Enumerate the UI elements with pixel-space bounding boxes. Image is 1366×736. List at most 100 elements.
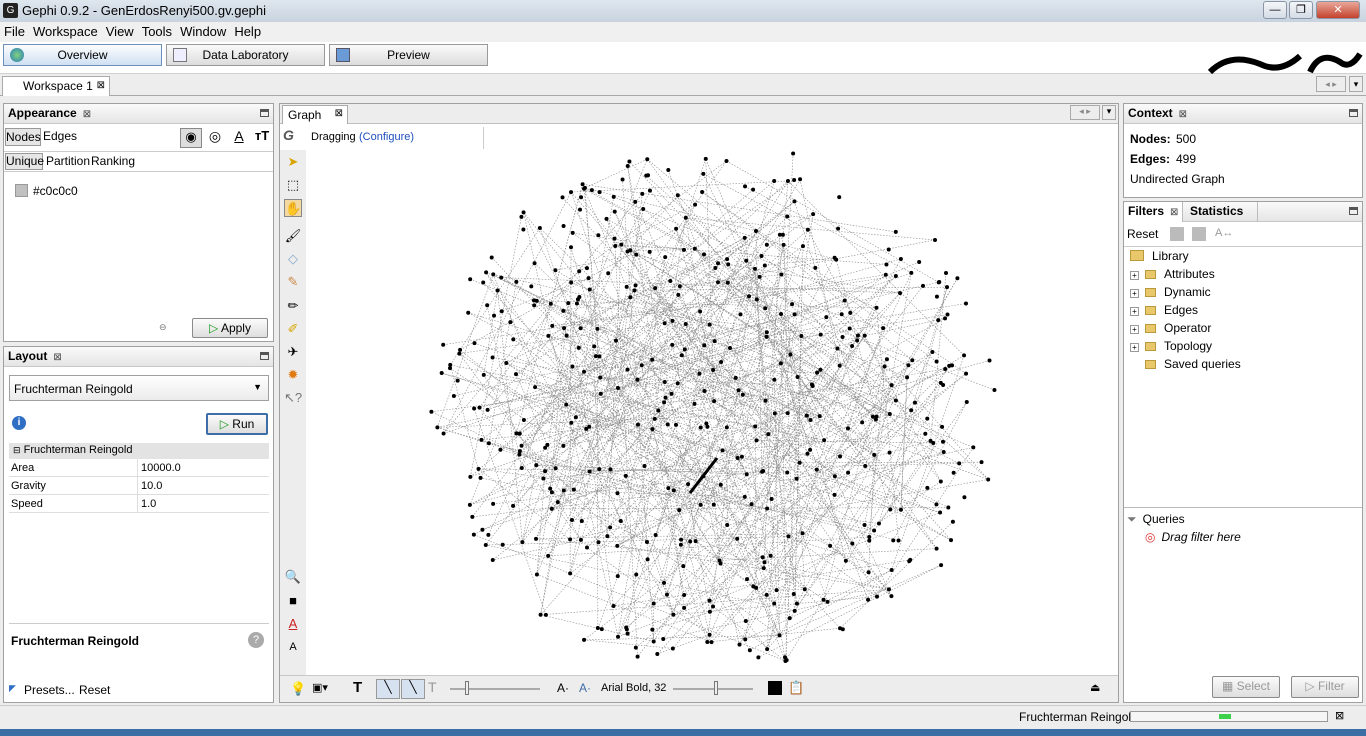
graph-node[interactable]: [757, 274, 762, 279]
graph-node[interactable]: [561, 224, 566, 229]
graph-node[interactable]: [832, 255, 837, 260]
graph-node[interactable]: [698, 425, 703, 430]
filter-tool-icon[interactable]: [1170, 227, 1184, 241]
graph-node[interactable]: [737, 642, 742, 647]
graph-node[interactable]: [662, 400, 667, 405]
graph-node[interactable]: [698, 502, 703, 507]
graph-node[interactable]: [604, 216, 609, 221]
graph-node[interactable]: [912, 400, 917, 405]
tab-nodes[interactable]: Nodes: [5, 128, 41, 146]
graph-node[interactable]: [651, 601, 656, 606]
graph-node[interactable]: [634, 252, 639, 257]
graph-node[interactable]: [705, 640, 710, 645]
graph-node[interactable]: [570, 364, 575, 369]
graph-node[interactable]: [855, 338, 860, 343]
graph-node[interactable]: [678, 542, 683, 547]
graph-node[interactable]: [832, 492, 837, 497]
graph-node[interactable]: [548, 301, 553, 306]
library-item-topology[interactable]: + Topology: [1130, 339, 1212, 353]
graph-node[interactable]: [634, 572, 639, 577]
graph-node[interactable]: [821, 597, 826, 602]
graph-node[interactable]: [549, 506, 554, 511]
graph-node[interactable]: [615, 574, 620, 579]
tab-edges[interactable]: Edges: [43, 128, 77, 146]
graph-node[interactable]: [669, 391, 674, 396]
graph-node[interactable]: [479, 437, 484, 442]
graph-node[interactable]: [483, 543, 488, 548]
graph-node[interactable]: [850, 541, 855, 546]
edge-show-icon[interactable]: ╲: [376, 679, 400, 699]
slider-thumb[interactable]: [465, 681, 469, 695]
graph-node[interactable]: [633, 645, 638, 650]
data-laboratory-button[interactable]: Data Laboratory: [166, 44, 325, 66]
graph-node[interactable]: [896, 538, 901, 543]
menu-view[interactable]: View: [102, 22, 138, 41]
graph-node[interactable]: [802, 587, 807, 592]
graph-node[interactable]: [519, 214, 524, 219]
graph-node[interactable]: [739, 454, 744, 459]
close-icon[interactable]: ⊠: [97, 77, 105, 95]
graph-node[interactable]: [613, 338, 618, 343]
graph-node[interactable]: [938, 479, 943, 484]
graph-node[interactable]: [765, 506, 770, 511]
graph-node[interactable]: [754, 228, 759, 233]
menu-window[interactable]: Window: [176, 22, 230, 41]
graph-node[interactable]: [435, 425, 440, 430]
library-item-saved-queries[interactable]: Saved queries: [1145, 357, 1241, 371]
graph-node[interactable]: [569, 420, 574, 425]
graph-node[interactable]: [832, 474, 837, 479]
graph-node[interactable]: [569, 518, 574, 523]
graph-node[interactable]: [663, 395, 668, 400]
graph-node[interactable]: [707, 598, 712, 603]
graph-node[interactable]: [555, 500, 560, 505]
graph-node[interactable]: [866, 570, 871, 575]
graph-node[interactable]: [725, 280, 730, 285]
graph-node[interactable]: [508, 320, 513, 325]
tab-scroll-arrows[interactable]: ◂ ▸: [1070, 105, 1100, 120]
graph-node[interactable]: [546, 553, 551, 558]
graph-node[interactable]: [987, 358, 992, 363]
graph-node[interactable]: [606, 271, 611, 276]
graph-node[interactable]: [754, 585, 759, 590]
graph-node[interactable]: [580, 182, 585, 187]
drag-hand-icon[interactable]: ✋: [284, 199, 302, 217]
graph-node[interactable]: [532, 303, 537, 308]
graph-node[interactable]: [713, 266, 718, 271]
filter-tool-icon[interactable]: [1192, 227, 1206, 241]
graph-node[interactable]: [764, 334, 769, 339]
graph-node[interactable]: [943, 366, 948, 371]
layout-algorithm-select[interactable]: Fruchterman Reingold ▼: [9, 375, 269, 401]
graph-node[interactable]: [763, 398, 768, 403]
graph-node[interactable]: [932, 237, 937, 242]
expand-icon[interactable]: +: [1130, 325, 1139, 334]
graph-node[interactable]: [720, 448, 725, 453]
graph-node[interactable]: [838, 454, 843, 459]
graph-node[interactable]: [992, 388, 997, 393]
diamond-icon[interactable]: ◇: [284, 250, 302, 268]
font-color-icon[interactable]: A·: [579, 681, 591, 695]
graph-node[interactable]: [962, 495, 967, 500]
graph-node[interactable]: [749, 502, 754, 507]
graph-node[interactable]: [744, 258, 749, 263]
graph-node[interactable]: [491, 501, 496, 506]
graph-node[interactable]: [697, 371, 702, 376]
library-item-dynamic[interactable]: + Dynamic: [1130, 285, 1211, 299]
graph-node[interactable]: [429, 409, 434, 414]
graph-node[interactable]: [441, 431, 446, 436]
graph-node[interactable]: [595, 625, 600, 630]
graph-node[interactable]: [811, 212, 816, 217]
graph-node[interactable]: [855, 333, 860, 338]
graph-node[interactable]: [534, 463, 539, 468]
close-icon[interactable]: ⊠: [335, 108, 343, 119]
graph-node[interactable]: [702, 388, 707, 393]
graph-node[interactable]: [662, 380, 667, 385]
expand-icon[interactable]: +: [1130, 289, 1139, 298]
graph-node[interactable]: [792, 199, 797, 204]
clipboard-icon[interactable]: 📋: [788, 680, 804, 696]
graph-node[interactable]: [619, 242, 624, 247]
graph-node[interactable]: [724, 425, 729, 430]
label-color-icon[interactable]: A: [229, 128, 249, 148]
graph-node[interactable]: [735, 456, 740, 461]
graph-node[interactable]: [645, 557, 650, 562]
graph-node[interactable]: [986, 477, 991, 482]
